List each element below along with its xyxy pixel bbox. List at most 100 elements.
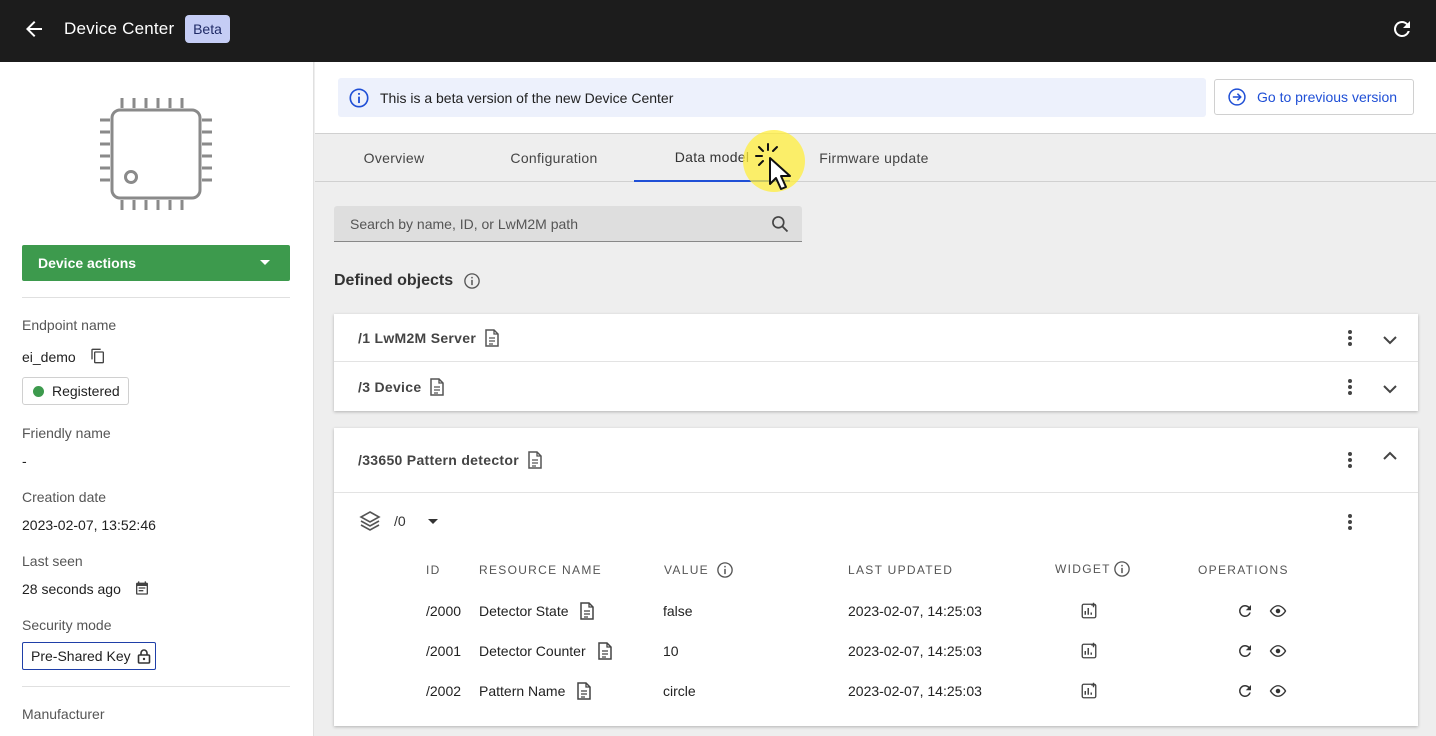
app-title: Device Center bbox=[64, 19, 175, 38]
arrow-circle-right-icon bbox=[1228, 88, 1246, 106]
chevron-down-icon[interactable] bbox=[1380, 330, 1400, 350]
object-label: /3 Device bbox=[358, 379, 422, 395]
resource-last-updated: 2023-02-07, 14:25:03 bbox=[848, 683, 982, 699]
go-to-previous-version-button[interactable]: Go to previous version bbox=[1214, 79, 1414, 115]
friendly-name-value: - bbox=[22, 453, 27, 469]
mouse-cursor-icon bbox=[755, 143, 791, 190]
add-chart-icon[interactable] bbox=[1080, 602, 1098, 620]
security-mode-value: Pre-Shared Key bbox=[31, 648, 131, 664]
endpoint-label: Endpoint name bbox=[22, 317, 117, 333]
column-header-widget: WIDGET bbox=[1055, 562, 1111, 576]
defined-objects-title: Defined objects bbox=[334, 272, 454, 289]
security-mode-badge: Pre-Shared Key bbox=[22, 642, 156, 670]
resource-last-updated: 2023-02-07, 14:25:03 bbox=[848, 643, 982, 659]
document-icon[interactable] bbox=[596, 642, 614, 660]
resource-id: /2000 bbox=[426, 603, 462, 619]
info-icon[interactable] bbox=[1113, 560, 1131, 578]
beta-info-text: This is a beta version of the new Device… bbox=[380, 89, 674, 106]
column-header-value: VALUE bbox=[664, 563, 709, 577]
status-dot bbox=[33, 385, 44, 397]
last-seen-label: Last seen bbox=[22, 553, 83, 569]
security-mode-label: Security mode bbox=[22, 617, 112, 633]
resource-id: /2002 bbox=[426, 683, 462, 699]
device-sidebar: Device actions Endpoint name ei_demo Reg… bbox=[0, 62, 314, 736]
refresh-icon[interactable] bbox=[1236, 602, 1254, 620]
object-row-device[interactable]: /3 Device bbox=[334, 363, 1418, 411]
go-to-previous-version-label: Go to previous version bbox=[1257, 89, 1398, 105]
divider bbox=[22, 297, 290, 298]
beta-info-banner: This is a beta version of the new Device… bbox=[338, 78, 1206, 117]
object-label: /33650 Pattern detector bbox=[358, 452, 519, 468]
device-actions-button[interactable]: Device actions bbox=[22, 245, 290, 281]
search-icon[interactable] bbox=[770, 214, 790, 234]
creation-date-value: 2023-02-07, 13:52:46 bbox=[22, 517, 156, 533]
resource-value: circle bbox=[663, 683, 696, 699]
object-row-pattern-detector[interactable]: /33650 Pattern detector bbox=[334, 428, 1418, 493]
beta-banner-strip: This is a beta version of the new Device… bbox=[315, 62, 1436, 134]
document-icon[interactable] bbox=[578, 602, 596, 620]
chevron-up-icon[interactable] bbox=[1380, 446, 1400, 466]
column-header-operations: OPERATIONS bbox=[1198, 563, 1289, 577]
info-icon bbox=[349, 87, 369, 108]
resource-name: Detector State bbox=[479, 603, 569, 619]
search-input[interactable] bbox=[350, 215, 750, 232]
eye-icon[interactable] bbox=[1268, 602, 1288, 620]
more-vert-icon[interactable] bbox=[1340, 450, 1360, 470]
object-label: /1 LwM2M Server bbox=[358, 329, 477, 346]
resource-name: Pattern Name bbox=[479, 683, 566, 699]
more-vert-icon[interactable] bbox=[1340, 328, 1360, 348]
back-arrow-icon[interactable] bbox=[22, 17, 46, 41]
column-header-id: ID bbox=[426, 563, 441, 577]
info-icon[interactable] bbox=[716, 561, 734, 579]
instance-label: /0 bbox=[394, 513, 406, 529]
resource-name: Detector Counter bbox=[479, 643, 586, 659]
layers-icon bbox=[359, 511, 381, 531]
last-seen-value: 28 seconds ago bbox=[22, 581, 121, 597]
resource-id: /2001 bbox=[426, 643, 462, 659]
tab-firmware-update[interactable]: Firmware update bbox=[804, 134, 944, 182]
info-icon[interactable] bbox=[463, 272, 481, 290]
object-row-lwm2m-server[interactable]: /1 LwM2M Server bbox=[334, 314, 1418, 362]
refresh-icon[interactable] bbox=[1390, 17, 1414, 41]
beta-badge: Beta bbox=[185, 15, 230, 43]
document-icon[interactable] bbox=[484, 328, 500, 347]
search-field[interactable] bbox=[334, 206, 802, 242]
copy-icon[interactable] bbox=[90, 348, 106, 364]
more-vert-icon[interactable] bbox=[1340, 377, 1360, 397]
document-icon[interactable] bbox=[575, 682, 593, 700]
lock-icon bbox=[137, 649, 150, 664]
refresh-icon[interactable] bbox=[1236, 642, 1254, 660]
creation-date-label: Creation date bbox=[22, 489, 107, 505]
status-text: Registered bbox=[52, 383, 120, 399]
tab-configuration[interactable]: Configuration bbox=[494, 134, 614, 182]
manufacturer-label: Manufacturer bbox=[22, 706, 105, 722]
column-header-last-updated: LAST UPDATED bbox=[848, 563, 954, 577]
calendar-icon[interactable] bbox=[134, 580, 150, 596]
document-icon[interactable] bbox=[527, 451, 543, 469]
objects-card: /1 LwM2M Server /3 Device bbox=[334, 314, 1418, 411]
instance-selector[interactable]: /0 bbox=[358, 509, 438, 533]
friendly-name-label: Friendly name bbox=[22, 425, 111, 441]
tab-bar: Overview Configuration Data model Firmwa… bbox=[315, 134, 1436, 182]
chevron-down-icon[interactable] bbox=[1380, 379, 1400, 399]
eye-icon[interactable] bbox=[1268, 682, 1288, 700]
main-content: This is a beta version of the new Device… bbox=[315, 62, 1436, 736]
refresh-icon[interactable] bbox=[1236, 682, 1254, 700]
more-vert-icon[interactable] bbox=[1340, 512, 1360, 532]
divider bbox=[22, 686, 290, 687]
device-actions-label: Device actions bbox=[38, 255, 137, 271]
resource-value: false bbox=[663, 603, 693, 619]
dropdown-caret-icon bbox=[260, 260, 270, 265]
add-chart-icon[interactable] bbox=[1080, 642, 1098, 660]
top-bar: Device Center Beta bbox=[0, 0, 1436, 62]
eye-icon[interactable] bbox=[1268, 642, 1288, 660]
document-icon[interactable] bbox=[429, 378, 445, 396]
object-card-pattern-detector: /33650 Pattern detector /0 ID RESOURCE N… bbox=[334, 428, 1418, 726]
endpoint-value: ei_demo bbox=[22, 349, 76, 365]
add-chart-icon[interactable] bbox=[1080, 682, 1098, 700]
defined-objects-heading: Defined objects bbox=[334, 272, 481, 290]
tab-overview[interactable]: Overview bbox=[334, 134, 454, 182]
dropdown-caret-icon[interactable] bbox=[427, 518, 438, 524]
status-badge: Registered bbox=[22, 377, 129, 405]
column-header-resource-name: RESOURCE NAME bbox=[479, 563, 602, 577]
